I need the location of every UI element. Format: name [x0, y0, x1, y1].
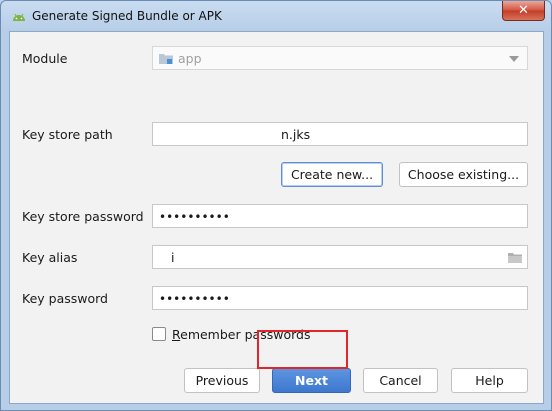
keystore-password-label: Key store password	[22, 209, 144, 224]
help-label: Help	[475, 373, 504, 388]
cancel-label: Cancel	[379, 373, 422, 388]
next-label: Next	[295, 373, 328, 388]
remember-mnemonic: R	[172, 327, 181, 342]
module-select[interactable]: app	[152, 46, 528, 70]
close-button[interactable]: ✕	[502, 1, 545, 21]
keystore-password-value: ••••••••••	[159, 210, 230, 224]
title-bar[interactable]: Generate Signed Bundle or APK ✕	[1, 1, 551, 32]
window-title: Generate Signed Bundle or APK	[32, 9, 222, 23]
key-password-value: ••••••••••	[159, 292, 230, 306]
previous-label: Previous	[195, 373, 249, 388]
choose-existing-button[interactable]: Choose existing...	[399, 162, 528, 187]
key-alias-input[interactable]: i	[152, 245, 528, 269]
remember-passwords-checkbox[interactable]	[152, 327, 166, 341]
keystore-path-label: Key store path	[22, 127, 113, 142]
create-new-button[interactable]: Create new...	[281, 162, 383, 187]
create-new-label: Create new...	[290, 167, 374, 182]
module-label: Module	[22, 51, 68, 66]
module-folder-icon	[159, 54, 173, 64]
keystore-path-input[interactable]: n.jks	[152, 122, 528, 146]
chevron-down-icon	[509, 56, 519, 62]
cancel-button[interactable]: Cancel	[363, 368, 438, 393]
key-password-input[interactable]: ••••••••••	[152, 286, 528, 310]
key-alias-value: i	[171, 250, 175, 265]
keystore-password-input[interactable]: ••••••••••	[152, 204, 528, 228]
close-icon: ✕	[518, 3, 529, 18]
previous-button[interactable]: Previous	[184, 368, 260, 393]
next-highlight-box	[257, 330, 348, 369]
keystore-path-value: n.jks	[281, 127, 311, 142]
choose-existing-label: Choose existing...	[407, 167, 520, 182]
key-password-label: Key password	[22, 291, 108, 306]
dialog-window: Generate Signed Bundle or APK ✕ Module a…	[0, 0, 552, 411]
next-button[interactable]: Next	[272, 368, 351, 393]
folder-icon[interactable]	[508, 252, 522, 263]
help-button[interactable]: Help	[451, 368, 528, 393]
module-value: app	[178, 51, 202, 66]
key-alias-label: Key alias	[22, 250, 78, 265]
android-icon	[13, 13, 25, 21]
